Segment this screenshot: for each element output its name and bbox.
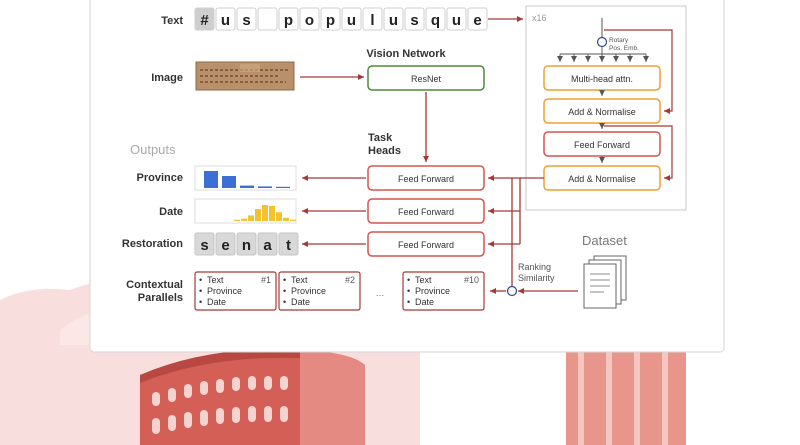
restoration-head-label: Feed Forward [398, 240, 454, 250]
parallel-card-bullet: • [283, 297, 286, 307]
contextual-label-line1: Contextual [126, 279, 183, 291]
input-char: u [347, 12, 356, 29]
restoration-label: Restoration [122, 238, 183, 250]
input-char: u [389, 12, 398, 29]
parallel-card-bullet: • [199, 286, 202, 296]
parallel-card-bullet: • [407, 297, 410, 307]
date-bar [290, 219, 296, 221]
parallel-card-item: Text [207, 275, 224, 285]
parallel-card-bullet: • [407, 286, 410, 296]
contextual-label-line2: Parallels [138, 292, 183, 304]
parallel-card-item: Date [207, 297, 226, 307]
date-label: Date [159, 206, 183, 218]
restoration-tokens: senat [194, 232, 299, 256]
rotary-label-line2: Pos. Emb. [609, 45, 639, 52]
province-bar [258, 186, 272, 188]
parallel-card-number: #2 [345, 275, 355, 285]
input-char: e [473, 12, 481, 29]
province-bar [204, 171, 218, 188]
input-char-box [257, 7, 278, 31]
date-bar [276, 212, 282, 221]
input-char: # [200, 12, 209, 29]
feed-forward-label: Feed Forward [574, 140, 630, 150]
image-label: Image [151, 72, 183, 84]
contextual-parallels: #1 • Text • Province • Date #2 • Text • Province • Da… [194, 271, 485, 311]
input-char: p [284, 12, 293, 29]
input-char: s [410, 12, 418, 29]
cards-ellipsis: ... [376, 288, 384, 299]
parallel-card-number: #10 [464, 275, 479, 285]
date-head-label: Feed Forward [398, 207, 454, 217]
add-normalise-label-1: Add & Normalise [568, 107, 636, 117]
restoration-char: n [242, 237, 251, 254]
input-char: p [326, 12, 335, 29]
ranking-label-line1: Ranking [518, 262, 551, 272]
restoration-char: e [221, 237, 229, 254]
input-char: u [221, 12, 230, 29]
parallel-card-bullet: • [283, 286, 286, 296]
parallel-card-bullet: • [283, 275, 286, 285]
colosseum-illustration [140, 349, 365, 445]
outputs-heading: Outputs [130, 142, 176, 157]
resnet-label: ResNet [411, 74, 442, 84]
date-bar [255, 209, 261, 221]
province-bar [222, 176, 236, 188]
rotary-label-line1: Rotary [609, 37, 629, 44]
parallel-card-item: Province [207, 286, 242, 296]
date-bar [269, 205, 275, 221]
parallel-card-item: Province [415, 286, 450, 296]
province-label: Province [137, 172, 183, 184]
parallel-card-item: Province [291, 286, 326, 296]
input-char: u [452, 12, 461, 29]
input-char: l [370, 12, 374, 29]
diagram-canvas: x16 Text Image Outputs Province Date Res… [0, 0, 725, 445]
dataset-documents-icon [583, 255, 627, 309]
inscription-image [195, 61, 295, 91]
parallel-card-item: Date [291, 297, 310, 307]
ranking-similarity-node [506, 285, 518, 297]
repeat-count: x16 [532, 13, 547, 23]
province-head-label: Feed Forward [398, 174, 454, 184]
province-bar [240, 185, 254, 188]
restoration-char: s [200, 237, 208, 254]
parallel-card-bullet: • [199, 297, 202, 307]
vision-network-label: Vision Network [366, 48, 446, 60]
multi-head-attention-label: Multi-head attn. [571, 74, 633, 84]
parallel-card-bullet: • [407, 275, 410, 285]
date-bar [248, 215, 254, 221]
add-normalise-label-2: Add & Normalise [568, 174, 636, 184]
parallel-card-number: #1 [261, 275, 271, 285]
input-char: o [305, 12, 314, 29]
date-bar [241, 218, 247, 221]
date-bar [234, 219, 240, 221]
parallel-card-item: Text [415, 275, 432, 285]
dataset-label: Dataset [582, 233, 627, 248]
parallel-card-bullet: • [199, 275, 202, 285]
input-char: q [431, 12, 440, 29]
date-bar [262, 205, 268, 221]
input-char: s [242, 12, 250, 29]
task-heads-label-line1: Task [368, 132, 393, 144]
text-label: Text [161, 15, 183, 27]
parallel-card-item: Date [415, 297, 434, 307]
date-bar [283, 217, 289, 221]
province-bar [276, 186, 290, 188]
task-heads-label-line2: Heads [368, 145, 401, 157]
parallel-card-item: Text [291, 275, 308, 285]
restoration-char: a [263, 237, 272, 254]
ranking-label-line2: Similarity [518, 273, 555, 283]
rotary-embedding-node [596, 36, 608, 48]
restoration-char: t [286, 237, 291, 254]
